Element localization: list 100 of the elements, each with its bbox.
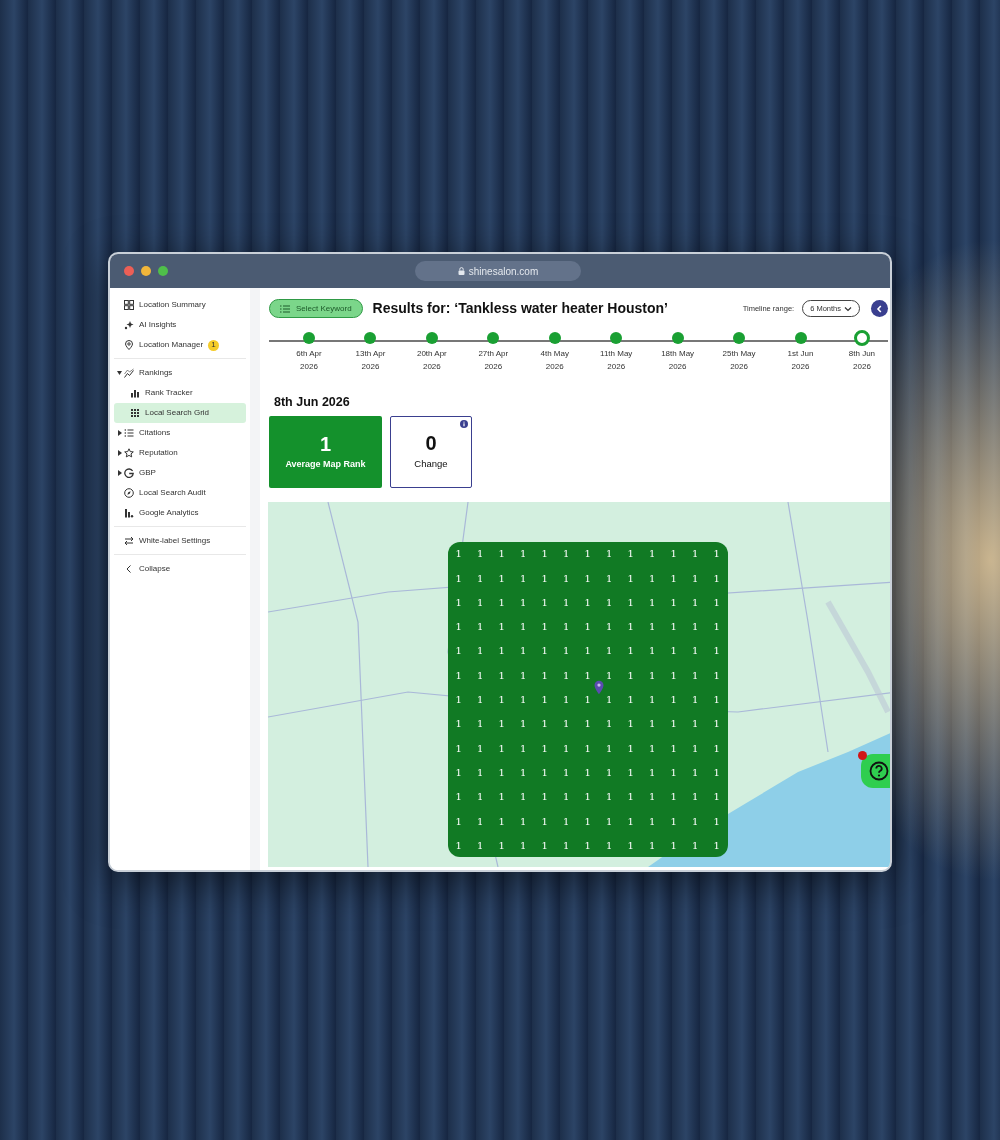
rank-value: 1 (648, 668, 657, 683)
rank-value: 1 (626, 644, 635, 658)
timeline-point[interactable] (794, 332, 807, 344)
rank-value: 1 (540, 620, 549, 634)
list-icon (124, 428, 134, 438)
sidebar-item[interactable]: AI Insights (114, 315, 246, 335)
sidebar-item[interactable]: Local Search Audit (114, 483, 246, 503)
timeline-point[interactable] (671, 332, 684, 344)
sidebar-item[interactable]: Reputation (114, 443, 246, 463)
sidebar-item[interactable]: Local Search Grid (114, 403, 246, 423)
rank-value: 1 (454, 668, 463, 683)
rank-value: 1 (691, 741, 700, 756)
timeline-date-label: 8th Jun 2026 (848, 348, 876, 373)
rank-value: 1 (540, 765, 549, 780)
rank-value: 1 (583, 765, 592, 780)
timeline-point[interactable] (610, 332, 623, 344)
sidebar-item[interactable]: Google Analytics (114, 503, 246, 523)
rank-value: 1 (519, 765, 528, 780)
timeline-point[interactable] (853, 330, 870, 346)
rank-value: 1 (497, 814, 506, 828)
rank-value: 1 (669, 814, 678, 828)
rank-value: 1 (712, 620, 721, 634)
rank-value: 1 (626, 668, 635, 683)
rank-value: 1 (562, 741, 571, 756)
rank-value: 1 (669, 668, 678, 683)
rank-value: 1 (691, 668, 700, 683)
rank-value: 1 (712, 838, 721, 853)
chevron-left-icon (124, 564, 134, 574)
rank-value: 1 (562, 571, 571, 586)
maximize-dot-icon[interactable] (158, 266, 168, 276)
rank-value: 1 (691, 547, 700, 561)
sidebar-item[interactable]: Location Manager 1 (114, 335, 246, 355)
sidebar-item[interactable]: Collapse (114, 559, 246, 579)
rank-value: 1 (583, 571, 592, 586)
timeline-point[interactable] (548, 332, 561, 344)
rank-value: 1 (540, 595, 549, 610)
rank-value: 1 (454, 644, 463, 658)
address-bar[interactable]: shinesalon.com (415, 261, 581, 281)
rank-value: 1 (497, 571, 506, 586)
timeline-date-label: 11th May 2026 (600, 348, 633, 373)
timeline-point[interactable] (364, 332, 377, 344)
rank-value: 1 (540, 741, 549, 756)
timeline-point[interactable] (303, 332, 315, 344)
back-button[interactable] (871, 300, 888, 317)
rank-value: 1 (583, 741, 592, 756)
compass-icon (124, 488, 134, 498)
rank-value: 1 (519, 547, 528, 561)
rank-value: 1 (519, 644, 528, 658)
timeline-date-label: 27th Apr 2026 (478, 348, 509, 373)
map-pin-icon (124, 340, 134, 350)
rank-value: 1 (476, 571, 485, 586)
rank-value: 1 (454, 717, 463, 731)
rank-value: 1 (605, 595, 614, 610)
url-text: shinesalon.com (468, 264, 539, 279)
sidebar-item[interactable]: Rank Tracker (114, 383, 246, 403)
rank-value: 1 (583, 838, 592, 853)
help-icon (869, 760, 889, 781)
timeline-point[interactable] (425, 332, 438, 344)
rank-value: 1 (476, 741, 485, 756)
rank-value: 1 (476, 765, 485, 780)
rank-value: 1 (562, 814, 571, 828)
rank-value: 1 (583, 693, 592, 707)
lock-icon (457, 267, 465, 275)
sidebar-item[interactable]: Location Summary (114, 295, 246, 315)
sidebar-item[interactable]: Citations (114, 423, 246, 443)
rank-value: 1 (562, 765, 571, 780)
rank-value: 1 (454, 620, 463, 634)
sidebar-item[interactable]: GBP (114, 463, 246, 483)
rank-value: 1 (669, 741, 678, 756)
minimize-dot-icon[interactable] (141, 266, 151, 276)
rank-value: 1 (626, 717, 635, 731)
rank-value: 1 (669, 765, 678, 780)
sidebar-item[interactable]: White-label Settings (114, 531, 246, 551)
rank-value: 1 (583, 595, 592, 610)
rank-value: 1 (691, 693, 700, 707)
rank-value: 1 (605, 571, 614, 586)
rank-value: 1 (648, 620, 657, 634)
close-dot-icon[interactable] (124, 266, 134, 276)
stat-value: 1 (319, 432, 332, 455)
timeline-point[interactable] (487, 332, 500, 344)
rank-value: 1 (497, 790, 506, 804)
select-keyword-button[interactable]: Select Keyword (269, 299, 363, 318)
rank-value: 1 (712, 693, 721, 707)
rank-value: 1 (648, 595, 657, 610)
rank-value: 1 (454, 814, 463, 828)
timeline-point[interactable] (733, 332, 746, 344)
sparkle-icon (124, 320, 134, 330)
chevron-down-icon (844, 305, 852, 312)
rank-value: 1 (562, 838, 571, 853)
rank-value: 1 (476, 790, 485, 804)
stat-label: Average Map Rank (285, 457, 366, 471)
stat-value: 0 (425, 432, 437, 455)
line-chart-icon (124, 368, 134, 378)
sidebar-item[interactable]: Rankings (114, 363, 246, 383)
help-button[interactable] (861, 753, 890, 788)
rank-value: 1 (476, 693, 485, 707)
rank-value: 1 (454, 838, 463, 853)
list-icon (280, 304, 290, 313)
rank-value: 1 (519, 814, 528, 828)
rank-value: 1 (605, 814, 614, 828)
